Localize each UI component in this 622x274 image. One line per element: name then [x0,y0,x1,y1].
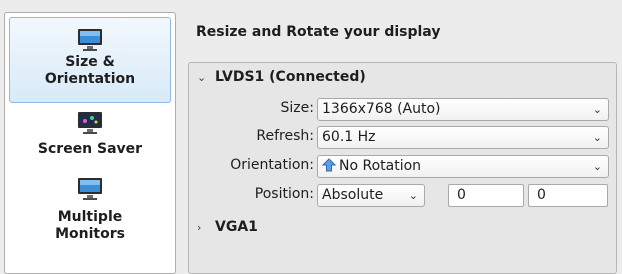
orientation-value: No Rotation [339,158,422,174]
size-value: 1366x768 (Auto) [322,101,441,117]
monitor-icon [78,178,102,200]
output-name: VGA1 [215,219,258,235]
position-mode-value: Absolute [322,187,384,203]
chevron-right-icon: › [197,221,202,234]
refresh-select[interactable]: 60.1 Hz ⌄ [317,126,609,149]
position-label: Position: [254,186,314,202]
sidebar-item-multiple-monitors[interactable]: Multiple Monitors [9,175,171,261]
output-header-lvds1[interactable]: ⌄ LVDS1 (Connected) [197,69,366,85]
position-mode-select[interactable]: Absolute ⌄ [317,184,425,207]
sidebar-item-label-line2: Monitors [55,226,125,242]
page-title: Resize and Rotate your display [196,24,441,40]
sidebar-item-screen-saver[interactable]: Screen Saver [9,109,171,171]
size-select[interactable]: 1366x768 (Auto) ⌄ [317,98,609,121]
orientation-select[interactable]: No Rotation ⌄ [317,155,609,178]
output-name: LVDS1 (Connected) [215,69,366,85]
refresh-value: 60.1 Hz [322,129,376,145]
monitor-icon [78,29,102,51]
sidebar-item-label-line1: Multiple [57,209,123,225]
orientation-label: Orientation: [230,157,314,173]
chevron-down-icon: ⌄ [408,189,418,202]
sidebar: Size & Orientation Screen Saver Multiple… [4,12,176,274]
output-header-vga1[interactable]: › VGA1 [197,219,258,235]
sidebar-item-label-line1: Size & [65,54,115,70]
monitor-screensaver-icon [78,112,102,134]
refresh-label: Refresh: [256,128,314,144]
chevron-down-icon: ⌄ [592,103,602,116]
sidebar-item-size-orientation[interactable]: Size & Orientation [9,17,171,103]
sidebar-item-label-line2: Orientation [44,71,136,87]
rotation-arrow-icon [322,158,336,172]
outputs-panel: ⌄ LVDS1 (Connected) Size: 1366x768 (Auto)… [188,62,617,274]
position-x-field[interactable]: 0 [448,184,524,207]
size-label: Size: [280,100,314,116]
chevron-down-icon: ⌄ [197,71,207,84]
chevron-down-icon: ⌄ [592,160,602,173]
chevron-down-icon: ⌄ [592,131,602,144]
position-y-field[interactable]: 0 [528,184,608,207]
sidebar-item-label: Screen Saver [37,141,143,157]
